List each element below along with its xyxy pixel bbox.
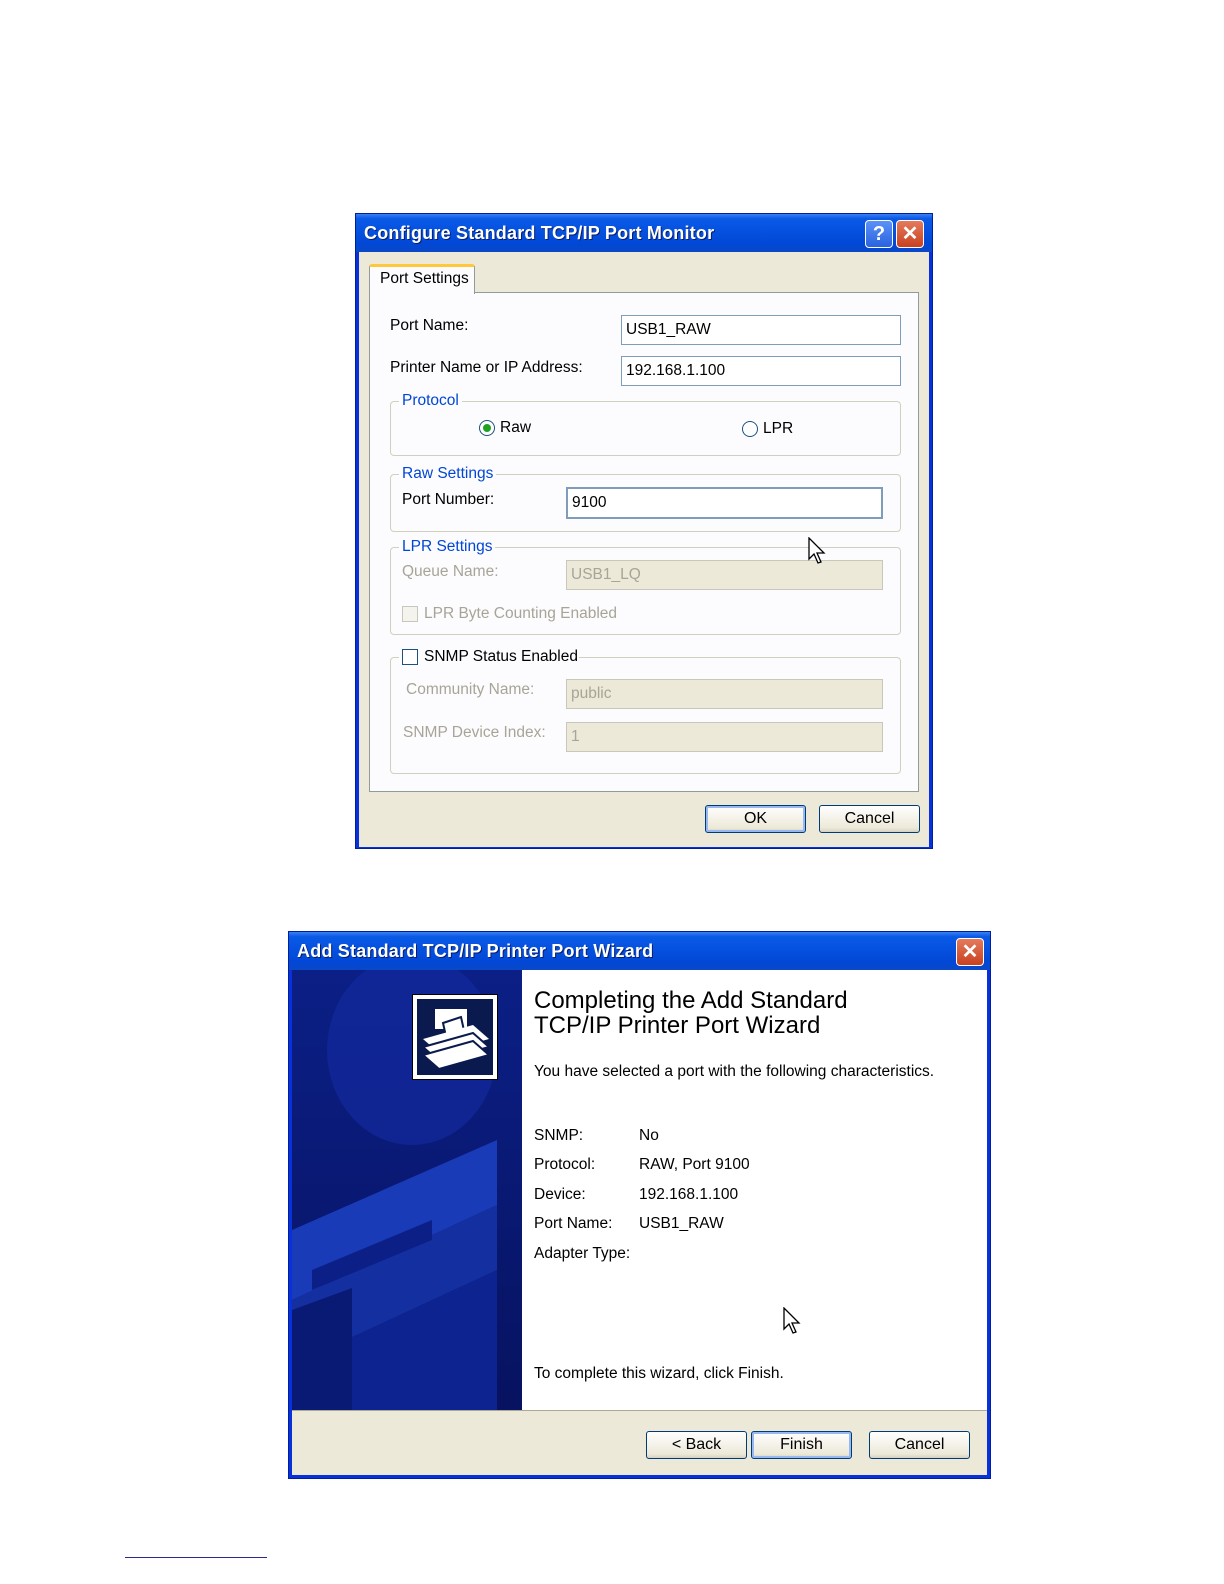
tab-port-settings[interactable]: Port Settings [369,264,475,294]
close-icon[interactable]: ✕ [956,938,984,966]
wizard-heading-line1: Completing the Add Standard [534,987,848,1014]
tab-panel: Port Name: USB1_RAW Printer Name or IP A… [369,292,919,792]
mouse-cursor-icon [808,537,826,564]
detail-value: USB1_RAW [639,1215,724,1232]
footnote-separator [125,1557,267,1558]
wizard-banner [292,970,522,1410]
snmp-enabled-label[interactable]: SNMP Status Enabled [424,648,578,666]
ok-button[interactable]: OK [705,805,806,833]
detail-label: Protocol: [534,1156,596,1173]
detail-label: SNMP: [534,1127,584,1144]
wizard-intro: You have selected a port with the follow… [534,1063,935,1080]
detail-label: Device: [534,1186,586,1203]
port-number-input[interactable]: 9100 [566,487,883,519]
snmp-group [390,657,901,774]
wizard-title: Add Standard TCP/IP Printer Port Wizard [297,941,654,961]
add-port-wizard-dialog: Add Standard TCP/IP Printer Port Wizard … [288,931,991,1479]
tab-label: Port Settings [380,270,469,287]
cancel-button[interactable]: Cancel [819,805,920,833]
help-icon[interactable]: ? [865,220,893,248]
lpr-settings-title: LPR Settings [399,538,496,556]
port-number-label: Port Number: [402,491,495,508]
community-name-input[interactable]: public [566,679,883,709]
lpr-radio-label[interactable]: LPR [763,420,793,438]
detail-value: RAW, Port 9100 [639,1156,750,1173]
queue-name-input[interactable]: USB1_LQ [566,560,883,590]
port-name-input[interactable]: USB1_RAW [621,315,901,345]
protocol-group [390,401,901,456]
printer-wizard-icon [412,994,498,1080]
back-button[interactable]: < Back [646,1431,747,1459]
configure-port-dialog: Configure Standard TCP/IP Port Monitor ?… [355,213,933,849]
finish-button[interactable]: Finish [751,1431,852,1459]
port-name-label: Port Name: [390,317,469,334]
close-icon[interactable]: ✕ [896,220,924,248]
lpr-radio[interactable] [742,421,758,437]
printer-address-input[interactable]: 192.168.1.100 [621,356,901,386]
community-name-label: Community Name: [406,681,535,698]
wizard-content: Completing the Add Standard TCP/IP Print… [522,970,987,1410]
detail-label: Adapter Type: [534,1245,631,1262]
wizard-heading-line2: TCP/IP Printer Port Wizard [534,1012,821,1039]
printer-address-label: Printer Name or IP Address: [390,359,583,376]
snmp-device-index-input[interactable]: 1 [566,722,883,752]
protocol-group-title: Protocol [399,392,462,410]
detail-value: No [639,1127,659,1144]
dialog-title: Configure Standard TCP/IP Port Monitor [364,223,715,243]
mouse-cursor-icon [783,1307,801,1334]
wizard-footer-text: To complete this wizard, click Finish. [534,1365,784,1382]
detail-value: 192.168.1.100 [639,1186,739,1203]
wizard-heading: Completing the Add Standard TCP/IP Print… [534,988,848,1038]
lpr-byte-counting-label: LPR Byte Counting Enabled [424,605,618,622]
lpr-byte-counting-checkbox[interactable] [402,606,418,622]
title-bar[interactable]: Configure Standard TCP/IP Port Monitor ?… [356,214,932,252]
raw-radio[interactable] [479,420,495,436]
wizard-title-bar[interactable]: Add Standard TCP/IP Printer Port Wizard … [289,932,990,970]
raw-settings-title: Raw Settings [399,465,497,483]
raw-radio-label[interactable]: Raw [500,419,531,437]
dialog-client: Port Settings Port Name: USB1_RAW Printe… [359,252,929,847]
wizard-button-bar: < Back Finish Cancel [292,1410,987,1475]
wizard-cancel-button[interactable]: Cancel [869,1431,970,1459]
snmp-enabled-checkbox[interactable] [402,649,418,665]
queue-name-label: Queue Name: [402,563,499,580]
detail-label: Port Name: [534,1215,613,1232]
snmp-device-index-label: SNMP Device Index: [403,724,546,741]
